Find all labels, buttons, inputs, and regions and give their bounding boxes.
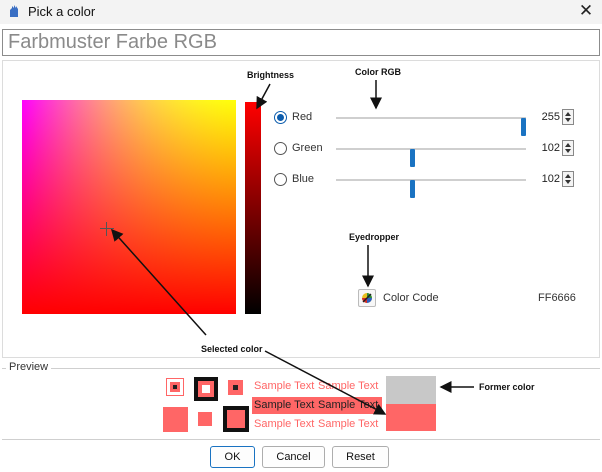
sample-text: Sample Text: [318, 380, 379, 392]
preview-label: Preview: [6, 361, 52, 373]
sample-text: Sample Text: [318, 418, 379, 430]
preview-swatch: [194, 377, 218, 401]
sample-text: Sample Text: [318, 399, 379, 411]
blue-label: Blue: [292, 173, 315, 185]
app-icon: [10, 5, 18, 17]
green-slider[interactable]: [336, 148, 526, 167]
red-label: Red: [292, 111, 313, 123]
channel-row-green: Green 102: [274, 139, 584, 167]
color-code-label: Color Code: [383, 292, 439, 304]
red-slider[interactable]: [336, 117, 526, 136]
spin-down-icon[interactable]: [565, 118, 571, 122]
spin-up-icon[interactable]: [565, 174, 571, 178]
close-button[interactable]: ✕: [572, 0, 600, 24]
crosshair-icon[interactable]: [100, 222, 114, 236]
close-icon: ✕: [578, 1, 594, 20]
preview-swatch: [198, 412, 212, 426]
blue-spinner[interactable]: [562, 171, 574, 187]
color-code-value[interactable]: FF6666: [538, 292, 576, 304]
green-spinner[interactable]: [562, 140, 574, 156]
title-bar: Pick a color ✕: [0, 0, 602, 24]
annotation-color-rgb: Color RGB: [355, 67, 401, 77]
green-value[interactable]: 102: [536, 142, 560, 154]
spin-up-icon[interactable]: [565, 143, 571, 147]
reset-button[interactable]: Reset: [332, 446, 389, 468]
window-title: Pick a color: [28, 4, 96, 19]
sample-text: Sample Text: [254, 418, 315, 430]
channel-row-blue: Blue 102: [274, 170, 584, 198]
channel-row-red: Red 255: [274, 108, 584, 136]
brightness-bar[interactable]: [245, 102, 261, 314]
blue-slider[interactable]: [336, 179, 526, 198]
spin-up-icon[interactable]: [565, 112, 571, 116]
eyedropper-icon: [362, 293, 372, 303]
cancel-button[interactable]: Cancel: [262, 446, 325, 468]
red-value[interactable]: 255: [536, 111, 560, 123]
blue-value[interactable]: 102: [536, 173, 560, 185]
former-color-swatch: [386, 376, 436, 404]
spin-down-icon[interactable]: [565, 180, 571, 184]
spin-down-icon[interactable]: [565, 149, 571, 153]
eyedropper-button[interactable]: [358, 289, 376, 307]
red-radio[interactable]: [274, 111, 287, 124]
new-color-swatch: [386, 404, 436, 431]
color-name-field[interactable]: Farbmuster Farbe RGB: [2, 29, 600, 56]
annotation-brightness: Brightness: [247, 70, 295, 80]
sample-text: Sample Text: [254, 399, 315, 411]
annotation-selected-color: Selected color: [201, 344, 263, 354]
blue-radio[interactable]: [274, 173, 287, 186]
red-spinner[interactable]: [562, 109, 574, 125]
preview-swatch: [163, 407, 188, 432]
green-slider-thumb[interactable]: [410, 149, 415, 167]
preview-swatch: [166, 378, 184, 396]
color-picker-dialog: Pick a color ✕ Farbmuster Farbe RGB Red …: [0, 0, 602, 472]
blue-slider-thumb[interactable]: [410, 180, 415, 198]
annotation-eyedropper: Eyedropper: [349, 232, 400, 242]
red-slider-thumb[interactable]: [521, 118, 526, 136]
green-label: Green: [292, 142, 323, 154]
preview-swatch: [223, 406, 249, 432]
green-radio[interactable]: [274, 142, 287, 155]
preview-swatch: [228, 380, 243, 395]
sample-text: Sample Text: [254, 380, 315, 392]
ok-button[interactable]: OK: [210, 446, 255, 468]
